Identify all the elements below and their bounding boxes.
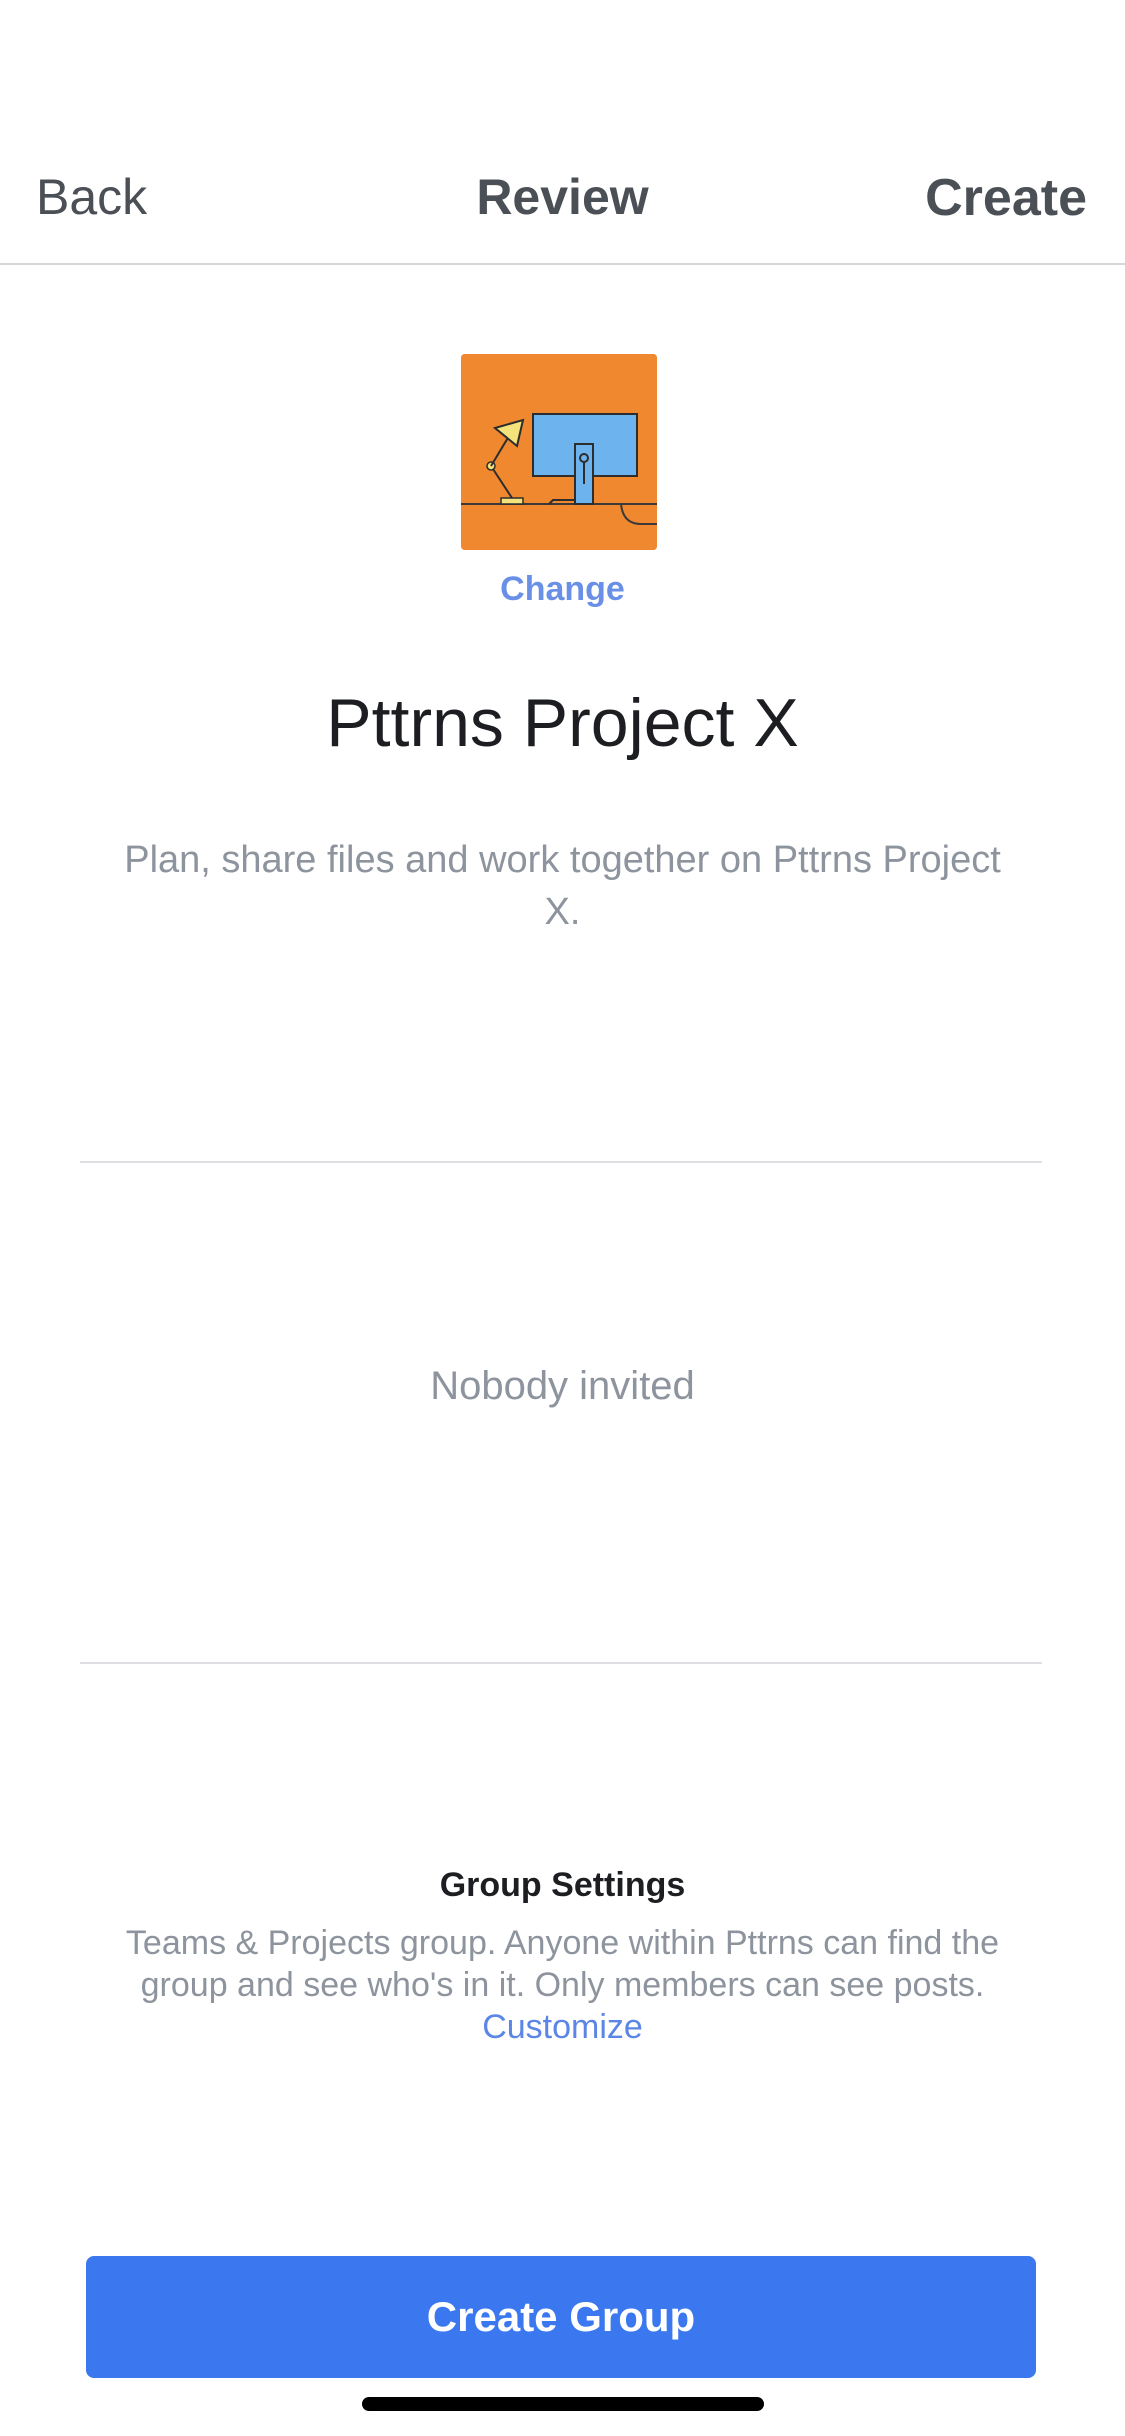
create-group-button[interactable]: Create Group — [86, 2256, 1036, 2378]
desk-monitor-lamp-icon — [461, 354, 657, 550]
back-button[interactable]: Back — [36, 168, 147, 226]
invited-empty-state: Nobody invited — [430, 1364, 695, 1408]
group-cover-image[interactable] — [461, 354, 657, 550]
group-description: Plan, share files and work together on P… — [124, 839, 1001, 933]
customize-link[interactable]: Customize — [482, 2008, 643, 2046]
group-name: Pttrns Project X — [326, 685, 799, 761]
group-settings-title: Group Settings — [439, 1866, 686, 1904]
create-button[interactable]: Create — [925, 168, 1087, 228]
navigation-bar: Back Review Create — [0, 140, 1125, 265]
home-indicator — [362, 2397, 764, 2411]
change-cover-link[interactable]: Change — [500, 570, 625, 608]
divider-top — [80, 1161, 1042, 1163]
change-cover-link-row: Change — [0, 570, 1125, 609]
group-settings-description: Teams & Projects group. Anyone within Pt… — [90, 1922, 1035, 2048]
divider-bottom — [80, 1662, 1042, 1664]
group-settings-text: Teams & Projects group. Anyone within Pt… — [125, 1924, 1000, 2004]
